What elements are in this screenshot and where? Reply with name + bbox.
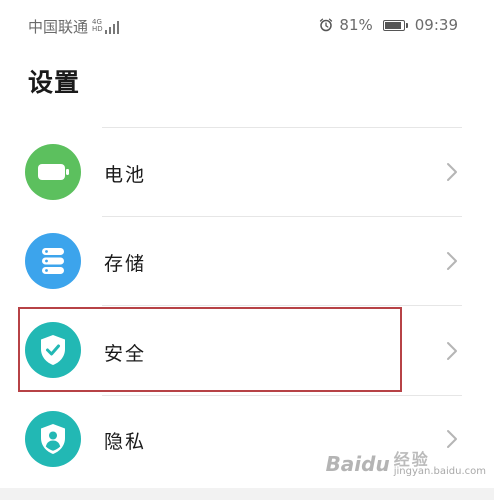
settings-item-label: 电池 [104, 164, 147, 186]
watermark-cn: 经验 [393, 450, 430, 469]
settings-item-label: 存储 [104, 253, 147, 275]
privacy-shield-icon [25, 411, 81, 467]
network-type-bottom: HD [92, 24, 103, 33]
chevron-right-icon [447, 252, 457, 270]
shield-check-icon [25, 322, 81, 378]
baidu-jingyan-watermark: Baidu 经验 jingyan.baidu.com [326, 452, 486, 478]
storage-icon [25, 233, 81, 289]
watermark-url: jingyan.baidu.com [393, 466, 486, 477]
settings-item-label: 安全 [104, 343, 147, 365]
watermark-sub: 经验 jingyan.baidu.com [393, 450, 486, 478]
settings-item-storage[interactable]: 存储 [0, 217, 494, 305]
settings-item-security[interactable]: 安全 [0, 306, 494, 394]
chevron-right-icon [447, 163, 457, 181]
chevron-right-icon [447, 430, 457, 448]
settings-item-label: 隐私 [104, 431, 147, 453]
status-right: 81% 09:39 [319, 16, 458, 34]
carrier-name: 中国联通 [28, 18, 89, 36]
battery-percent: 81% [339, 16, 373, 34]
settings-item-battery[interactable]: 电池 [0, 128, 494, 216]
chevron-right-icon [447, 342, 457, 360]
alarm-icon [320, 18, 333, 32]
clock-time: 09:39 [414, 16, 458, 34]
battery-level-icon [382, 19, 408, 31]
carrier-info: 中国联通 4G HD [28, 16, 119, 37]
bottom-strip [0, 488, 494, 500]
watermark-brand: Baidu [325, 452, 390, 476]
signal-icon [104, 20, 119, 34]
network-type-badge: 4G HD [92, 18, 103, 33]
battery-icon [25, 144, 81, 200]
status-bar: 中国联通 4G HD 81% 09:39 [0, 0, 494, 52]
page-title: 设置 [28, 68, 81, 97]
